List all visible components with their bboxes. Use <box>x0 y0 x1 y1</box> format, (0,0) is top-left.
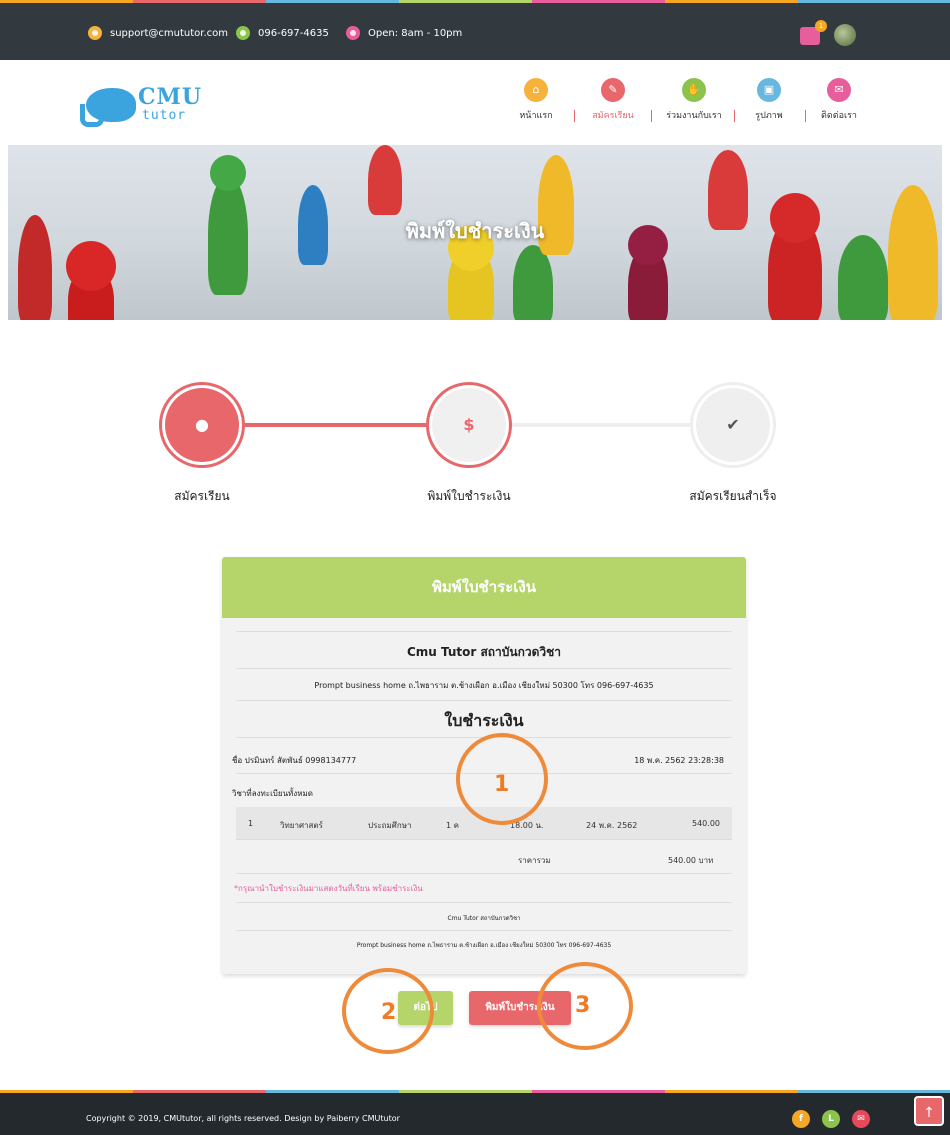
phone-icon <box>236 26 250 40</box>
rainbow-stripe <box>0 0 950 3</box>
rainbow-stripe <box>0 1090 950 1093</box>
cmu-tutor-logo[interactable]: CMU tutor <box>80 82 216 127</box>
user-icon: ● <box>165 388 239 462</box>
institute-name: Cmu Tutor สถาบันกวดวิชา <box>406 645 562 659</box>
clock-icon <box>346 26 360 40</box>
logo-tutor-text: tutor <box>142 108 187 123</box>
divider <box>236 668 732 669</box>
payment-note: *กรุณานำใบชำระเงินมาแสดงวันที่เรียน พร้อ… <box>234 884 423 893</box>
opening-hours: Open: 8am - 10pm <box>346 26 462 40</box>
pawn-decoration <box>66 241 116 291</box>
step-label-complete: สมัครเรียนสำเร็จ <box>689 489 777 503</box>
line-icon[interactable]: L <box>822 1110 840 1128</box>
image-icon: ▣ <box>757 78 781 102</box>
support-email-text: support@cmututor.com <box>110 27 228 39</box>
nav-item-register[interactable]: ✎ สมัครเรียน <box>582 78 644 122</box>
nav-label-home: หน้าแรก <box>519 111 553 121</box>
nav-separator <box>651 110 652 122</box>
elephant-icon <box>80 88 136 127</box>
row-subject: วิทยาศาสตร์ <box>280 821 323 830</box>
row-level: ประถมศึกษา <box>368 821 412 830</box>
divider <box>236 873 732 874</box>
email-icon <box>88 26 102 40</box>
footer-institute: Cmu Tutor สถาบันกวดวิชา <box>447 915 521 922</box>
receipt-doc-title: ใบชำระเงิน <box>444 711 524 730</box>
step-payment: $ <box>426 382 512 468</box>
pawn-decoration <box>888 185 938 320</box>
mail-icon[interactable]: ✉ <box>852 1110 870 1128</box>
back-to-top-button[interactable]: ↑ <box>914 1096 944 1126</box>
divider <box>236 839 732 840</box>
avatar[interactable] <box>834 24 856 46</box>
step-label-payment: พิมพ์ใบชำระเงิน <box>427 489 511 503</box>
logo-cmu-text: CMU <box>138 84 203 110</box>
step-complete: ✔ <box>690 382 776 468</box>
divider <box>236 902 732 903</box>
handshake-icon: ✋ <box>682 78 706 102</box>
divider <box>236 631 732 632</box>
row-number: 1 <box>248 819 254 828</box>
nav-separator <box>734 110 735 122</box>
hero-banner: พิมพ์ใบชำระเงิน <box>8 145 942 320</box>
institute-address: Prompt business home ถ.ไพธาราม ต.ช้างเผื… <box>314 681 654 690</box>
pawn-decoration <box>368 145 402 215</box>
annotation-number-3: 3 <box>575 993 591 1018</box>
support-email[interactable]: support@cmututor.com <box>88 26 228 40</box>
copyright-text: Copyright © 2019, CMUtutor, all rights r… <box>86 1114 400 1123</box>
nav-item-contact[interactable]: ✉ ติดต่อเรา <box>808 78 870 122</box>
site-footer: Copyright © 2019, CMUtutor, all rights r… <box>0 1090 950 1135</box>
receipt-card-title: พิมพ์ใบชำระเงิน <box>222 557 746 618</box>
receipt-datetime: 18 พ.ค. 2562 23:28:38 <box>634 756 724 765</box>
annotation-number-1: 1 <box>494 772 510 797</box>
nav-item-gallery[interactable]: ▣ รูปภาพ <box>744 78 794 122</box>
divider <box>236 700 732 701</box>
site-header: CMU tutor ⌂ หน้าแรก ✎ สมัครเรียน ✋ ร่วมง… <box>0 60 950 145</box>
nav-item-home[interactable]: ⌂ หน้าแรก <box>506 78 566 122</box>
nav-label-register: สมัครเรียน <box>592 111 634 121</box>
cart-badge: 1 <box>815 20 827 32</box>
annotation-number-2: 2 <box>381 1000 397 1025</box>
divider <box>236 930 732 931</box>
student-name-line: ชื่อ ปรมินทร์ สัตพันธ์ 0998134777 <box>232 756 357 765</box>
pawn-decoration <box>513 245 553 320</box>
nav-separator <box>574 110 575 122</box>
row-price: 540.00 <box>692 819 720 828</box>
pencil-icon: ✎ <box>601 78 625 102</box>
footer-address: Prompt business home ถ.ไพธาราม ต.ช้างเผื… <box>356 942 612 949</box>
row-date: 24 พ.ค. 2562 <box>586 821 638 830</box>
step-register: ● <box>159 382 245 468</box>
step-label-register: สมัครเรียน <box>174 489 230 503</box>
dollar-icon: $ <box>432 388 506 462</box>
total-label: ราคารวม <box>518 856 551 865</box>
row-hours: 1 ค <box>446 821 459 830</box>
nav-label-contact: ติดต่อเรา <box>821 111 857 121</box>
nav-separator <box>805 110 806 122</box>
support-phone[interactable]: 096-697-4635 <box>236 26 329 40</box>
nav-item-join-us[interactable]: ✋ ร่วมงานกับเรา <box>656 78 732 122</box>
nav-label-join-us: ร่วมงานกับเรา <box>666 111 722 121</box>
check-icon: ✔ <box>696 388 770 462</box>
pawn-decoration <box>838 235 888 320</box>
hero-title: พิมพ์ใบชำระเงิน <box>405 219 545 243</box>
facebook-icon[interactable]: f <box>792 1110 810 1128</box>
mail-icon: ✉ <box>827 78 851 102</box>
total-value: 540.00 บาท <box>668 856 714 865</box>
support-phone-text: 096-697-4635 <box>258 27 329 39</box>
home-icon: ⌂ <box>524 78 548 102</box>
subjects-label: วิชาที่ลงทะเบียนทั้งหมด <box>232 789 313 798</box>
nav-label-gallery: รูปภาพ <box>755 111 783 121</box>
opening-hours-text: Open: 8am - 10pm <box>368 27 463 39</box>
pawn-decoration <box>210 155 246 191</box>
